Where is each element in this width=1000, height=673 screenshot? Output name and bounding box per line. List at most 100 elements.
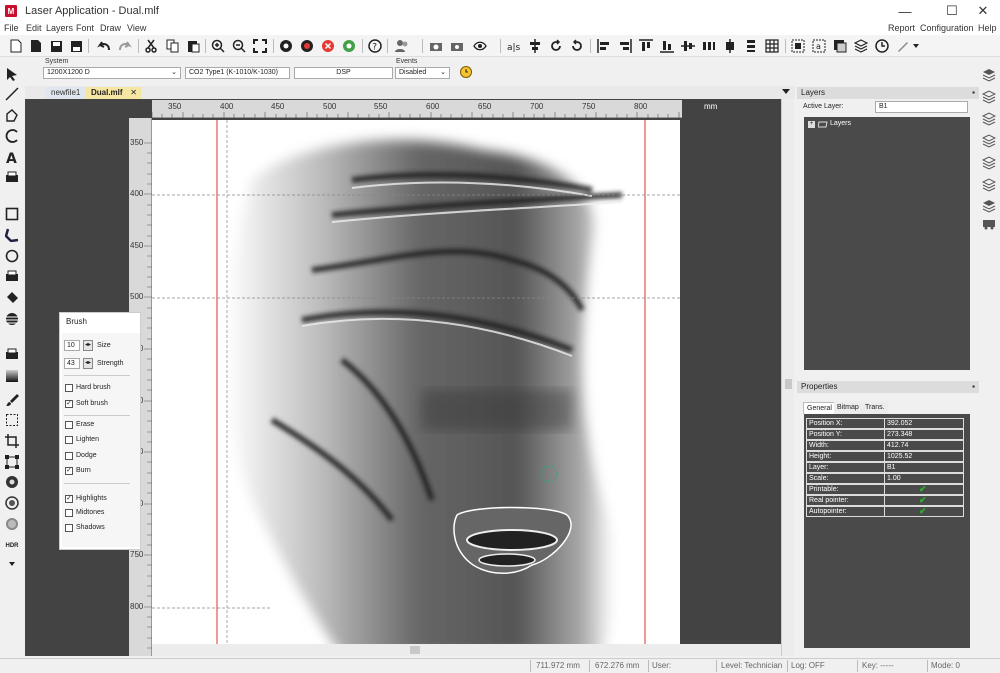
dsp-field[interactable]: DSP (294, 67, 393, 79)
menu-font[interactable]: Font (76, 23, 94, 33)
size-stepper-icon[interactable]: ◂▸ (83, 340, 93, 351)
menu-edit[interactable]: Edit (26, 23, 42, 33)
burn-checkbox[interactable]: ✓ (65, 467, 73, 475)
laser-type-field[interactable]: CO2 Type1 (K-1010/K-1030) (185, 67, 290, 79)
hard-brush-checkbox[interactable] (65, 384, 73, 392)
align-center-v-icon[interactable] (527, 38, 543, 54)
close-tab-icon[interactable]: ✕ (130, 87, 137, 99)
tab-bitmap[interactable]: Bitmap (834, 402, 862, 414)
polyline-tool-icon[interactable] (4, 107, 20, 123)
strength-stepper-icon[interactable]: ◂▸ (83, 358, 93, 369)
layers-panel-2-icon[interactable] (982, 90, 996, 104)
save-icon[interactable] (48, 38, 64, 54)
prop-row-layer[interactable]: Layer: B1 (806, 462, 964, 473)
layers-panel-5-icon[interactable] (982, 156, 996, 170)
line-tool-icon[interactable] (4, 86, 20, 102)
menu-help[interactable]: Help (978, 23, 997, 33)
prop-row-scale[interactable]: Scale: 1.00 (806, 473, 964, 484)
group-icon[interactable]: a (811, 38, 827, 54)
aperture-tool-icon[interactable] (4, 474, 20, 490)
distribute-v-icon[interactable] (743, 38, 759, 54)
active-layer-field[interactable]: B1 (875, 101, 968, 113)
erase-checkbox[interactable] (65, 421, 73, 429)
menu-report[interactable]: Report (888, 23, 915, 33)
pin-icon[interactable]: ▪ (972, 381, 975, 393)
prop-row-real-pointer[interactable]: Real pointer: ✔ (806, 495, 964, 506)
mirror-text-icon[interactable]: a|s (506, 38, 522, 54)
users-icon[interactable] (394, 38, 410, 54)
tab-dual[interactable]: Dual.mlf ✕ (85, 87, 141, 99)
layers-panel-icon[interactable] (982, 68, 996, 82)
center-page-icon[interactable] (722, 38, 738, 54)
curve-tool-icon[interactable] (4, 227, 20, 243)
brush-size-input[interactable]: 10 (64, 340, 80, 351)
copy-icon[interactable] (164, 38, 180, 54)
minimize-button[interactable]: — (888, 0, 922, 22)
bitmap-image[interactable] (152, 120, 680, 656)
zoom-in-icon[interactable] (210, 38, 226, 54)
menu-layers[interactable]: Layers (46, 23, 73, 33)
horizontal-scroll-thumb[interactable] (410, 646, 420, 654)
events-select[interactable]: Disabled ⌄ (395, 67, 450, 79)
device-panel-icon[interactable] (982, 216, 996, 230)
brush-strength-input[interactable]: 43 (64, 358, 80, 369)
pin-icon[interactable]: ▪ (972, 87, 975, 99)
paste-icon[interactable] (185, 38, 201, 54)
barcode-tool-icon[interactable] (4, 269, 20, 285)
undo-icon[interactable] (96, 38, 112, 54)
hatch-tool-icon[interactable] (4, 311, 20, 327)
layers-tree[interactable]: + Layers (804, 117, 970, 370)
tabs-menu-icon[interactable] (782, 87, 792, 97)
save-as-icon[interactable] (68, 38, 84, 54)
layers-root-item[interactable]: Layers (830, 120, 851, 127)
vertical-scroll-thumb[interactable] (785, 379, 792, 389)
document-page[interactable] (152, 120, 680, 656)
menu-file[interactable]: File (4, 23, 19, 33)
prop-row-autopointer[interactable]: Autopointer: ✔ (806, 506, 964, 517)
select-all-icon[interactable] (790, 38, 806, 54)
prop-row-width[interactable]: Width: 412.74 (806, 440, 964, 451)
menu-configuration[interactable]: Configuration (920, 23, 974, 33)
redo-icon[interactable] (117, 38, 133, 54)
transform-tool-icon[interactable] (4, 454, 20, 470)
expand-icon[interactable]: + (808, 121, 815, 128)
layers-panel-4-icon[interactable] (982, 134, 996, 148)
highlights-checkbox[interactable]: ✓ (65, 495, 73, 503)
clock-icon[interactable] (874, 38, 890, 54)
laser-red-icon[interactable] (299, 38, 315, 54)
marquee-tool-icon[interactable] (4, 412, 20, 428)
help-icon[interactable]: ? (367, 38, 383, 54)
cut-icon[interactable] (143, 38, 159, 54)
align-left-icon[interactable] (596, 38, 612, 54)
image-tool-icon[interactable] (4, 347, 20, 363)
target-tool-icon[interactable] (4, 495, 20, 511)
grid-icon[interactable] (764, 38, 780, 54)
crop-tool-icon[interactable] (4, 433, 20, 449)
laser-stop-icon[interactable] (320, 38, 336, 54)
soft-brush-checkbox[interactable]: ✓ (65, 400, 73, 408)
pen-icon[interactable] (895, 38, 911, 54)
new-file-icon[interactable] (8, 38, 24, 54)
camera-icon[interactable] (428, 38, 444, 54)
toolbar-overflow-icon[interactable] (912, 38, 920, 54)
laser-start-icon[interactable] (278, 38, 294, 54)
layers-stack-icon[interactable] (853, 38, 869, 54)
rectangle-tool-icon[interactable] (4, 206, 20, 222)
align-bottom-icon[interactable] (659, 38, 675, 54)
events-refresh-icon[interactable] (459, 65, 473, 79)
layers-panel-6-icon[interactable] (982, 178, 996, 192)
pointer-tool-icon[interactable] (4, 66, 20, 82)
rotate-right-icon[interactable] (569, 38, 585, 54)
brush-tool-icon[interactable] (4, 392, 20, 408)
tab-newfile1[interactable]: newfile1 (45, 87, 87, 99)
menu-draw[interactable]: Draw (100, 23, 121, 33)
tab-general[interactable]: General (803, 402, 836, 414)
prop-row-position-y[interactable]: Position Y: 273.348 (806, 429, 964, 440)
vertical-scrollbar[interactable] (781, 99, 794, 656)
layer-active-icon[interactable] (832, 38, 848, 54)
tab-trans[interactable]: Trans. (862, 402, 888, 414)
close-button[interactable]: ✕ (966, 0, 1000, 22)
zoom-fit-icon[interactable] (252, 38, 268, 54)
prop-row-printable[interactable]: Printable: ✔ (806, 484, 964, 495)
rotate-left-icon[interactable] (548, 38, 564, 54)
